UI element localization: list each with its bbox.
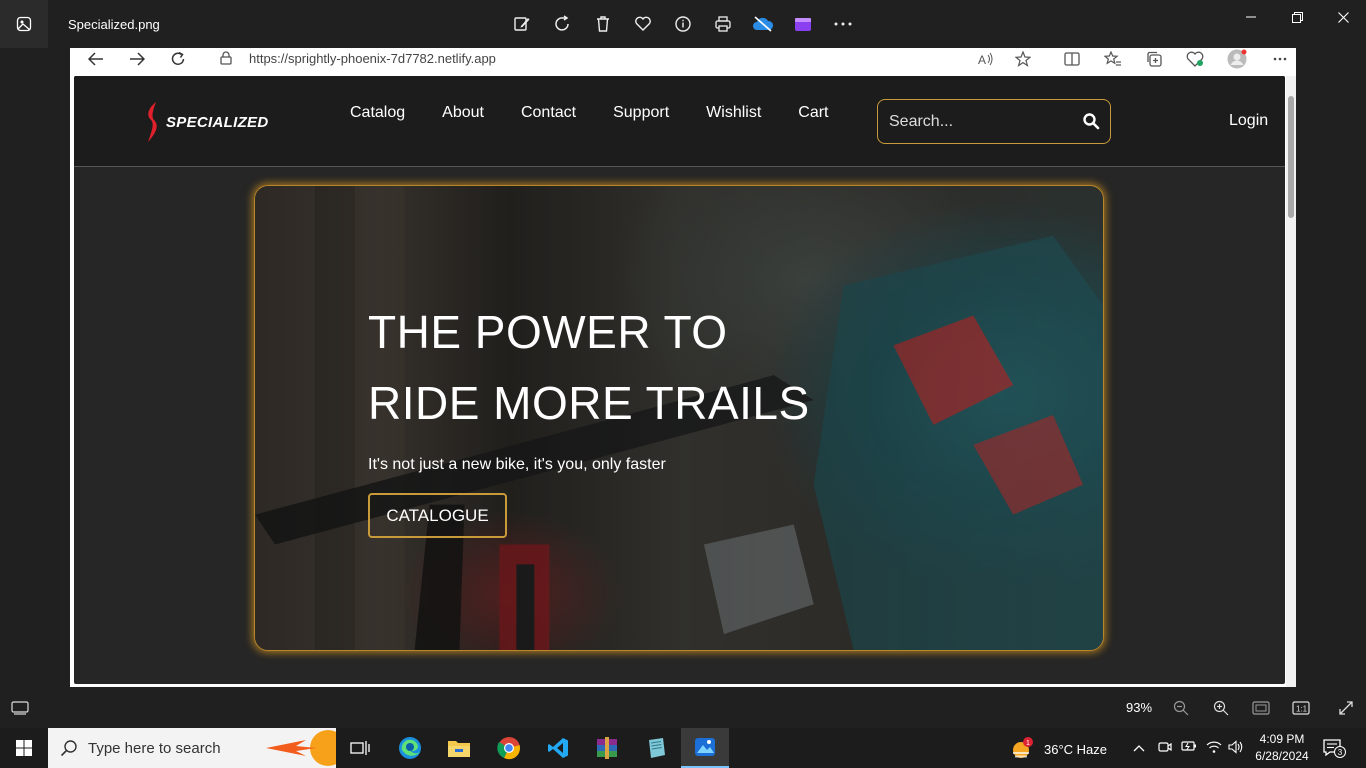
- catalogue-button[interactable]: CATALOGUE: [368, 493, 507, 538]
- weather-widget[interactable]: 1 36°C Haze: [1010, 737, 1107, 761]
- fit-to-window-icon[interactable]: [1250, 697, 1272, 719]
- wifi-icon[interactable]: [1206, 740, 1222, 757]
- battery-icon[interactable]: [1181, 740, 1197, 755]
- nav-about[interactable]: About: [442, 104, 484, 122]
- print-icon[interactable]: [711, 12, 735, 36]
- hero-subtitle: It's not just a new bike, it's you, only…: [368, 456, 666, 473]
- login-link[interactable]: Login: [1229, 112, 1268, 130]
- site-logo[interactable]: SPECIALIZED: [144, 100, 268, 144]
- nav-support[interactable]: Support: [613, 104, 669, 122]
- svg-text:1:1: 1:1: [1296, 705, 1308, 714]
- search-box: [877, 99, 1111, 144]
- search-icon[interactable]: [1082, 112, 1100, 135]
- search-input[interactable]: [889, 112, 1079, 132]
- fullscreen-icon[interactable]: [1335, 697, 1357, 719]
- clock-date: 6/28/2024: [1255, 749, 1309, 763]
- nav-wishlist[interactable]: Wishlist: [706, 104, 761, 122]
- start-button[interactable]: [0, 728, 48, 768]
- hero-banner: THE POWER TO RIDE MORE TRAILS It's not j…: [254, 185, 1104, 651]
- browser-toolbar: https://sprightly-phoenix-7d7782.netlify…: [70, 48, 1296, 71]
- edit-icon[interactable]: [510, 12, 534, 36]
- forward-icon[interactable]: [126, 48, 148, 70]
- browser-menu-icon[interactable]: [1270, 49, 1290, 69]
- photos-bottombar: 93% 1:1: [0, 687, 1366, 728]
- scroll-thumb[interactable]: [1288, 96, 1294, 218]
- windows-taskbar: Type here to search 1 36°C Haze 4:09 PM …: [0, 728, 1366, 768]
- restore-icon[interactable]: [1282, 8, 1312, 26]
- winrar-icon[interactable]: [583, 728, 631, 768]
- favorite-icon[interactable]: [631, 12, 655, 36]
- hero-title-line1: THE POWER TO: [368, 306, 728, 358]
- photos-app-icon: [0, 0, 48, 48]
- website-viewport: SPECIALIZED Catalog About Contact Suppor…: [74, 76, 1285, 684]
- zoom-in-icon[interactable]: [1210, 697, 1232, 719]
- main-nav: Catalog About Contact Support Wishlist C…: [350, 104, 866, 122]
- photos-taskbar-icon[interactable]: [681, 728, 729, 768]
- notification-count: 3: [1338, 748, 1343, 757]
- clock-time: 4:09 PM: [1259, 732, 1305, 746]
- photos-titlebar: Specialized.png: [0, 0, 1366, 48]
- logo-text: SPECIALIZED: [166, 113, 269, 131]
- clipchamp-icon[interactable]: [791, 12, 815, 36]
- favorites-icon[interactable]: [1103, 49, 1123, 69]
- zoom-level: 93%: [1126, 700, 1153, 715]
- split-screen-icon[interactable]: [1062, 49, 1082, 69]
- taskbar-search-placeholder: Type here to search: [88, 740, 221, 757]
- browser-essentials-icon[interactable]: [1185, 49, 1205, 69]
- tray-chevron-icon[interactable]: [1133, 740, 1145, 755]
- search-highlight-icon: [266, 730, 336, 766]
- file-name: Specialized.png: [68, 17, 160, 32]
- zoom-out-icon[interactable]: [1170, 697, 1192, 719]
- refresh-icon[interactable]: [167, 48, 189, 70]
- image-viewer-canvas: https://sprightly-phoenix-7d7782.netlify…: [70, 48, 1296, 687]
- lock-icon: [220, 51, 232, 70]
- taskbar-clock[interactable]: 4:09 PM 6/28/2024: [1252, 731, 1312, 765]
- profile-avatar[interactable]: [1227, 49, 1247, 69]
- page-scrollbar[interactable]: [1286, 76, 1296, 687]
- collections-icon[interactable]: [1144, 49, 1164, 69]
- vscode-icon[interactable]: [534, 728, 582, 768]
- file-explorer-icon[interactable]: [435, 728, 483, 768]
- notification-center-icon[interactable]: 3: [1322, 738, 1346, 763]
- volume-icon[interactable]: [1228, 740, 1244, 757]
- nav-contact[interactable]: Contact: [521, 104, 576, 122]
- filmstrip-icon[interactable]: [9, 697, 31, 719]
- task-view-icon[interactable]: [336, 728, 384, 768]
- svg-text:A: A: [978, 53, 986, 66]
- more-icon[interactable]: [831, 12, 855, 36]
- weather-text: 36°C Haze: [1044, 741, 1108, 757]
- weather-sun-icon: 1: [1013, 737, 1033, 758]
- actual-size-icon[interactable]: 1:1: [1290, 697, 1312, 719]
- hero-title-line2: RIDE MORE TRAILS: [368, 377, 810, 429]
- search-icon: [60, 739, 78, 762]
- address-bar[interactable]: https://sprightly-phoenix-7d7782.netlify…: [204, 48, 1044, 70]
- chrome-icon[interactable]: [485, 728, 533, 768]
- weather-badge: 1: [1026, 740, 1030, 747]
- specialized-s-logo-icon: [148, 102, 157, 142]
- site-header: SPECIALIZED Catalog About Contact Suppor…: [74, 76, 1285, 167]
- favorite-star-icon[interactable]: [1013, 49, 1033, 69]
- nav-cart[interactable]: Cart: [798, 104, 828, 122]
- delete-icon[interactable]: [591, 12, 615, 36]
- back-icon[interactable]: [85, 48, 107, 70]
- url-text: https://sprightly-phoenix-7d7782.netlify…: [249, 51, 496, 66]
- windows-logo-icon: [16, 740, 32, 756]
- read-aloud-icon[interactable]: A: [976, 49, 996, 69]
- taskbar-search[interactable]: Type here to search: [48, 728, 336, 768]
- close-icon[interactable]: [1328, 8, 1358, 26]
- rotate-icon[interactable]: [551, 12, 575, 36]
- minimize-icon[interactable]: [1236, 8, 1266, 26]
- info-icon[interactable]: [671, 12, 695, 36]
- edge-icon[interactable]: [386, 728, 434, 768]
- notepad-app-icon[interactable]: [632, 728, 680, 768]
- nav-catalog[interactable]: Catalog: [350, 104, 405, 122]
- meet-now-icon[interactable]: [1158, 740, 1172, 757]
- onedrive-icon[interactable]: [751, 12, 775, 36]
